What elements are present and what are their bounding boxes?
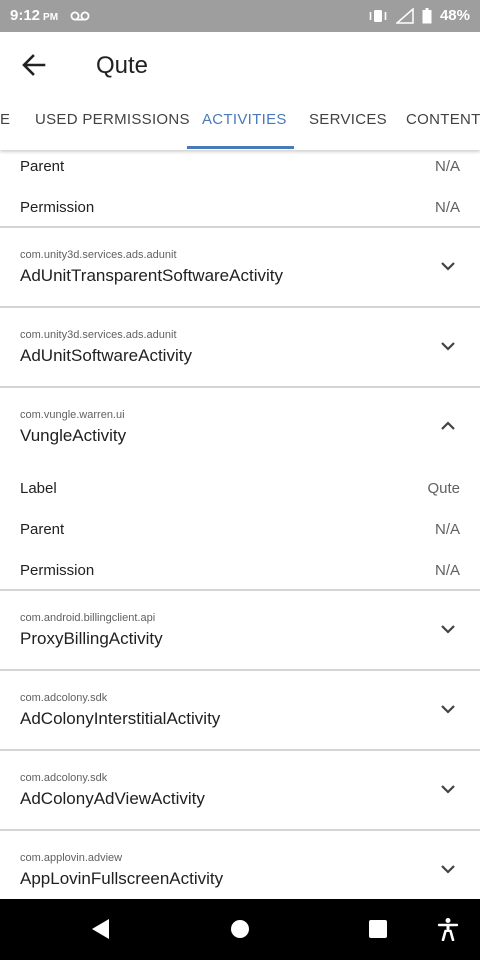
system-nav-bar [0, 899, 480, 960]
detail-value: N/A [434, 562, 460, 579]
vibrate-icon [369, 9, 387, 22]
status-bar: 9:12 PM 48% [0, 0, 480, 32]
tab-used-permissions[interactable]: USED PERMISSIONS [35, 98, 190, 150]
battery-percent: 48% [439, 7, 470, 24]
activity-item[interactable]: com.applovin.adview AppLovinFullscreenAc… [0, 831, 480, 899]
detail-key: Parent [20, 158, 65, 175]
activity-package: com.adcolony.sdk [20, 692, 108, 704]
page-title: Qute [96, 52, 149, 79]
battery-icon [422, 7, 432, 23]
status-time: 9:12 PM [10, 7, 58, 24]
activity-package: com.vungle.warren.ui [20, 409, 125, 421]
chevron-down-icon[interactable] [440, 621, 456, 637]
activity-item[interactable]: com.adcolony.sdk AdColonyAdViewActivity [0, 751, 480, 829]
activity-item[interactable]: com.adcolony.sdk AdColonyInterstitialAct… [0, 671, 480, 749]
detail-row: Label Qute [0, 472, 480, 513]
chevron-up-icon[interactable] [440, 418, 456, 434]
detail-value: N/A [434, 158, 460, 175]
activity-list[interactable]: Parent N/A Permission N/A com.unity3d.se… [0, 150, 480, 899]
detail-key: Permission [20, 562, 95, 579]
detail-row: Parent N/A [0, 513, 480, 554]
signal-icon [395, 7, 414, 24]
status-clock: 9:12 [10, 7, 41, 24]
detail-row: Parent N/A [0, 150, 480, 191]
chevron-down-icon[interactable] [440, 861, 456, 877]
activity-name: AdColonyInterstitialActivity [20, 709, 221, 728]
chevron-down-icon[interactable] [440, 338, 456, 354]
activity-name: AdColonyAdViewActivity [20, 789, 205, 808]
chevron-down-icon[interactable] [440, 701, 456, 717]
detail-value: N/A [434, 199, 460, 216]
app-bar: Qute [0, 32, 480, 98]
detail-key: Label [20, 480, 57, 497]
recents-icon[interactable] [368, 917, 388, 941]
activity-item-expanded[interactable]: com.vungle.warren.ui VungleActivity [0, 388, 480, 466]
activity-item[interactable]: com.android.billingclient.api ProxyBilli… [0, 591, 480, 669]
activity-name: ProxyBillingActivity [20, 629, 163, 648]
activity-item[interactable]: com.unity3d.services.ads.adunit AdUnitTr… [0, 228, 480, 306]
accessibility-icon[interactable] [437, 917, 459, 941]
chevron-down-icon[interactable] [440, 781, 456, 797]
activity-package: com.unity3d.services.ads.adunit [20, 329, 177, 341]
back-icon[interactable] [90, 917, 110, 941]
tab-bar: E USED PERMISSIONS ACTIVITIES SERVICES C… [0, 98, 480, 150]
detail-value: Qute [427, 480, 460, 497]
tab-previous[interactable]: E [0, 98, 10, 150]
activity-name: AdUnitSoftwareActivity [20, 346, 192, 365]
activity-package: com.applovin.adview [20, 852, 123, 864]
activity-package: com.unity3d.services.ads.adunit [20, 249, 177, 261]
tab-activities[interactable]: ACTIVITIES [202, 98, 287, 150]
chevron-down-icon[interactable] [440, 258, 456, 274]
detail-value: N/A [434, 521, 460, 538]
activity-name: AppLovinFullscreenActivity [20, 869, 224, 888]
voicemail-icon [70, 11, 90, 21]
status-ampm: PM [43, 12, 59, 23]
detail-key: Parent [20, 521, 65, 538]
activity-package: com.adcolony.sdk [20, 772, 108, 784]
back-arrow-icon[interactable] [20, 52, 48, 78]
tab-indicator [187, 146, 294, 149]
detail-key: Permission [20, 199, 95, 216]
home-icon[interactable] [230, 917, 250, 941]
tab-content-providers[interactable]: CONTENT P [406, 98, 480, 150]
activity-package: com.android.billingclient.api [20, 612, 156, 624]
tab-services[interactable]: SERVICES [309, 98, 387, 150]
activity-item[interactable]: com.unity3d.services.ads.adunit AdUnitSo… [0, 308, 480, 386]
activity-name: VungleActivity [20, 426, 127, 445]
activity-name: AdUnitTransparentSoftwareActivity [20, 266, 283, 285]
